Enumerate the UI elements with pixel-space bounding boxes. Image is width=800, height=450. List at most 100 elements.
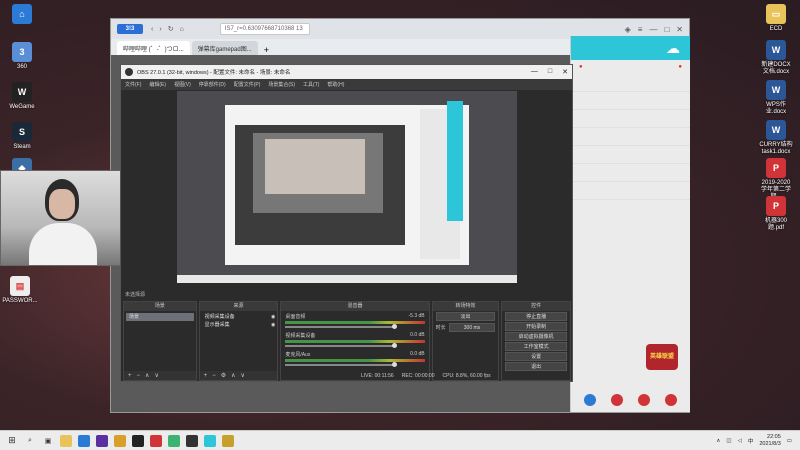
down-icon[interactable]: ∨ xyxy=(241,372,245,379)
edge-icon[interactable] xyxy=(78,434,90,447)
volume-slider[interactable] xyxy=(285,362,398,367)
refresh-icon[interactable]: ↻ xyxy=(168,25,174,33)
stop-stream-button[interactable]: 停止直播 xyxy=(505,312,567,321)
notification-icon[interactable]: ▭ xyxy=(787,438,792,444)
desktop-icon[interactable]: ⌂ xyxy=(4,4,40,26)
task-view-icon[interactable]: ▣ xyxy=(42,435,54,447)
settings-button[interactable]: 设置 xyxy=(505,352,567,361)
remove-icon[interactable]: − xyxy=(212,373,216,379)
eye-icon[interactable]: ◉ xyxy=(271,321,275,329)
start-recording-button[interactable]: 开始录制 xyxy=(505,322,567,331)
desktop-icon[interactable]: W WPS作业.docx xyxy=(758,80,794,116)
desktop-icon[interactable]: W WeGame xyxy=(4,82,40,111)
tab-label: 弹幕库gamepad图... xyxy=(197,46,252,53)
list-item[interactable] xyxy=(571,128,690,146)
duration-input[interactable]: 300 ms xyxy=(448,323,496,332)
transition-select[interactable]: 淡出 xyxy=(435,312,496,321)
volume-meter xyxy=(285,321,425,324)
add-icon[interactable]: + xyxy=(204,373,208,379)
volume-icon[interactable]: ◁ xyxy=(738,438,742,444)
shield-icon[interactable]: ◈ xyxy=(625,25,631,34)
obs-icon[interactable] xyxy=(186,434,198,447)
source-item[interactable]: 视频采集设备 ◉ xyxy=(202,313,276,321)
down-icon[interactable]: ∨ xyxy=(154,372,158,379)
menu-file[interactable]: 文件(F) xyxy=(125,81,141,88)
preview-nested-obs xyxy=(235,125,405,245)
up-icon[interactable]: ∧ xyxy=(231,372,235,379)
minimize-icon[interactable]: — xyxy=(649,25,657,34)
emoji-icon[interactable] xyxy=(611,394,624,406)
obs-preview[interactable] xyxy=(177,91,517,283)
menu-scene-collection[interactable]: 场景集合(S) xyxy=(268,81,295,88)
network-icon[interactable]: ◫ xyxy=(726,438,731,444)
remove-icon[interactable]: − xyxy=(137,373,141,379)
scene-item[interactable]: 场景 xyxy=(126,313,194,321)
photoshop-icon[interactable] xyxy=(96,434,108,447)
emoji-icon[interactable] xyxy=(584,394,597,406)
volume-slider[interactable] xyxy=(285,324,398,329)
desktop-icon[interactable]: ▤ PASSWOR... xyxy=(0,276,40,305)
studio-mode-button[interactable]: 工作室模式 xyxy=(505,342,567,351)
start-icon[interactable]: ⊞ xyxy=(6,435,18,447)
clock[interactable]: 22:05 2021/8/3 xyxy=(759,434,780,448)
list-item[interactable] xyxy=(571,164,690,182)
maximize-icon[interactable]: □ xyxy=(664,25,669,34)
netease-icon[interactable] xyxy=(150,434,162,447)
back-icon[interactable]: ‹ xyxy=(151,26,153,33)
qq-icon[interactable] xyxy=(132,434,144,447)
source-item[interactable]: 显示器采集 ◉ xyxy=(202,321,276,329)
add-icon[interactable]: + xyxy=(128,373,132,379)
desktop-icon[interactable]: W 新建DOCX 文档.docx xyxy=(758,40,794,76)
channel-name: 麦克风/Aux xyxy=(285,352,311,358)
list-item[interactable] xyxy=(571,182,690,200)
desktop-icon[interactable]: 3 360 xyxy=(4,42,40,71)
gear-icon[interactable]: ⚙ xyxy=(221,372,226,379)
emoji-icon[interactable] xyxy=(637,394,650,406)
desktop-icon[interactable]: W CURRY结构 task1.docx xyxy=(758,120,794,156)
tab-bilibili[interactable]: 哔哩哔哩 (゜-゜)つロ... xyxy=(117,41,190,55)
menu-edit[interactable]: 编辑(E) xyxy=(149,81,166,88)
close-icon[interactable]: ✕ xyxy=(562,68,568,76)
side-tab[interactable]: ● xyxy=(579,64,583,70)
input-language[interactable]: 中 xyxy=(748,437,754,445)
menu-tools[interactable]: 工具(T) xyxy=(303,81,319,88)
emoji-icon[interactable] xyxy=(664,394,677,406)
new-tab-button[interactable]: + xyxy=(260,45,273,55)
forward-icon[interactable]: › xyxy=(159,26,161,33)
desktop-icon[interactable]: P2019-2020 学年第二学期... xyxy=(758,158,794,201)
search-icon[interactable]: ⌕ xyxy=(24,435,36,447)
desktop-icon[interactable]: ▭ ECD xyxy=(758,4,794,33)
maximize-icon[interactable]: □ xyxy=(548,68,552,76)
menu-icon[interactable]: ≡ xyxy=(638,25,643,34)
files-icon[interactable] xyxy=(60,434,72,447)
source-label: 显示器采集 xyxy=(204,322,230,328)
preview-screen xyxy=(225,105,469,265)
desktop-icon[interactable]: P 机器300题.pdf xyxy=(758,196,794,232)
desktop-icon[interactable]: S Steam xyxy=(4,122,40,151)
list-item[interactable] xyxy=(571,110,690,128)
game-icon[interactable] xyxy=(222,434,234,447)
home-icon[interactable]: ⌂ xyxy=(180,26,184,33)
menu-help[interactable]: 帮助(H) xyxy=(327,81,344,88)
transitions-dock: 转场特效 淡出 时长 300 ms xyxy=(431,301,500,381)
list-item[interactable] xyxy=(571,92,690,110)
list-item[interactable] xyxy=(571,74,690,92)
tab-gamepad[interactable]: 弹幕库gamepad图... xyxy=(191,41,258,55)
eye-icon[interactable]: ◉ xyxy=(271,313,275,321)
menu-profile[interactable]: 配置文件(P) xyxy=(234,81,261,88)
side-tab[interactable]: ● xyxy=(678,64,682,70)
exit-button[interactable]: 退出 xyxy=(505,362,567,371)
tray-chevron-icon[interactable]: ∧ xyxy=(716,438,720,444)
up-icon[interactable]: ∧ xyxy=(145,372,149,379)
browser-icon[interactable] xyxy=(204,434,216,447)
menu-docks[interactable]: 停靠部件(D) xyxy=(199,81,226,88)
virtual-camera-button[interactable]: 启动虚拟摄像机 xyxy=(505,332,567,341)
volume-slider[interactable] xyxy=(285,343,398,348)
menu-view[interactable]: 视图(V) xyxy=(174,81,191,88)
chrome-icon[interactable] xyxy=(114,434,126,447)
address-bar[interactable]: IS7_r=0.63097668710368 13 xyxy=(219,23,310,35)
list-item[interactable] xyxy=(571,146,690,164)
minimize-icon[interactable]: — xyxy=(531,68,538,76)
close-icon[interactable]: ✕ xyxy=(676,25,683,34)
wechat-icon[interactable] xyxy=(168,434,180,447)
